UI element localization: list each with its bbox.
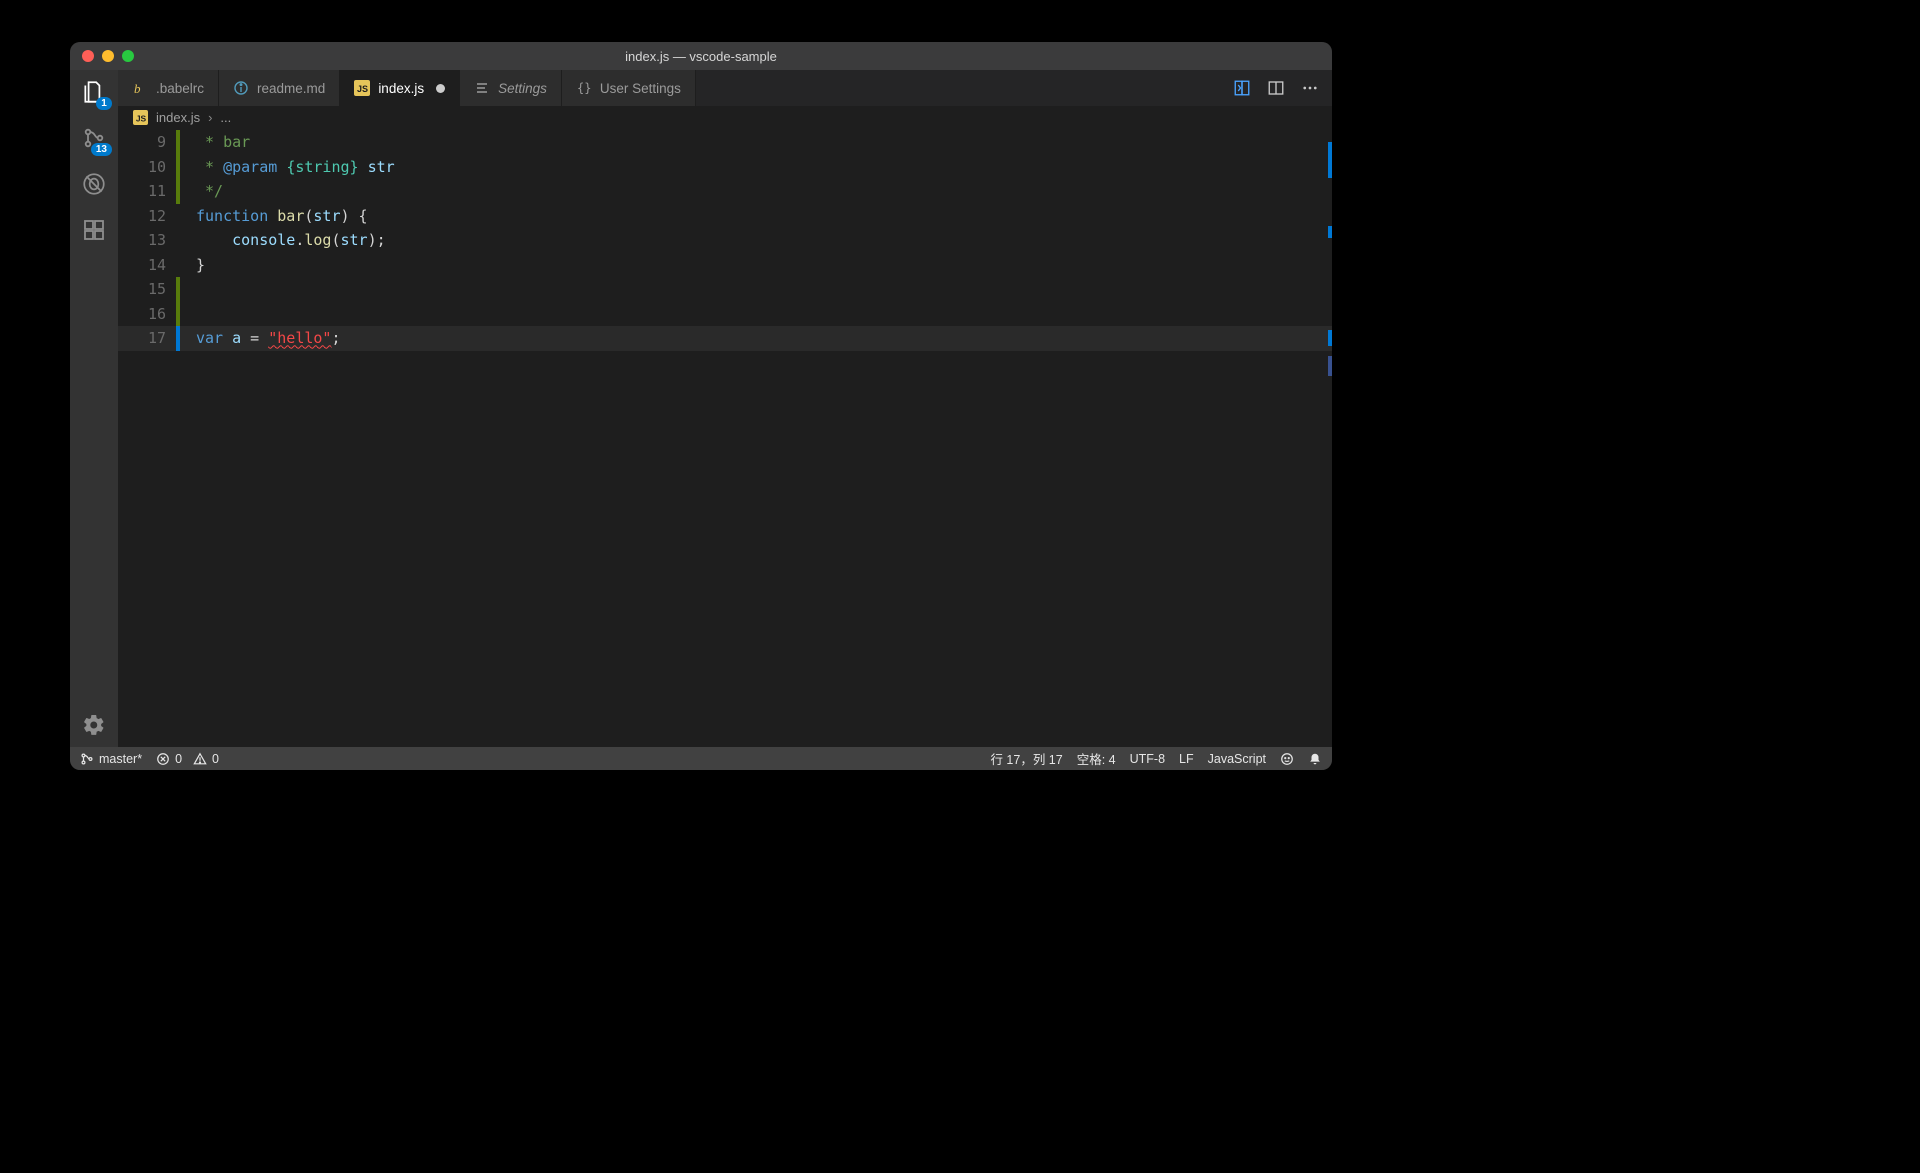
code-content: */ (196, 182, 223, 200)
svg-text:JS: JS (357, 84, 368, 94)
js-file-icon: JS (132, 110, 148, 126)
babel-icon: b (132, 80, 148, 96)
line-number: 15 (118, 280, 176, 298)
lines-icon (474, 80, 490, 96)
status-indent[interactable]: 空格: 4 (1077, 749, 1116, 768)
close-window-button[interactable] (82, 50, 94, 62)
explorer-badge: 1 (96, 97, 112, 110)
line-number: 11 (118, 182, 176, 200)
gutter-marker (176, 302, 180, 327)
settings-gear-icon[interactable] (80, 711, 108, 739)
code-line[interactable]: 17 var a = "hello"; (118, 326, 1332, 351)
gutter-marker (176, 228, 180, 253)
tab-readme-md[interactable]: readme.md (219, 70, 340, 106)
activitybar: 1 13 (70, 70, 118, 747)
line-number: 13 (118, 231, 176, 249)
window-controls (70, 50, 134, 62)
tabbar: b .babelrc readme.md JS index.js Settings {} Us… (118, 70, 1332, 106)
tab-label: .babelrc (156, 81, 204, 96)
code-line[interactable]: 11 */ (118, 179, 1332, 204)
status-eol[interactable]: LF (1179, 752, 1194, 766)
status-language[interactable]: JavaScript (1208, 752, 1266, 766)
source-control-icon[interactable]: 13 (80, 124, 108, 152)
line-number: 16 (118, 305, 176, 323)
info-icon (233, 80, 249, 96)
code-content: * @param {string} str (196, 158, 395, 176)
workbench-body: 1 13 b (70, 70, 1332, 747)
line-number: 17 (118, 329, 176, 347)
dirty-indicator-icon (436, 84, 445, 93)
code-line[interactable]: 9 * bar (118, 130, 1332, 155)
gutter-marker (176, 204, 180, 229)
app-window: index.js — vscode-sample 1 13 (70, 42, 1332, 770)
gutter-marker (176, 253, 180, 278)
gutter-marker (176, 130, 180, 155)
gutter-marker (176, 155, 180, 180)
code-line[interactable]: 14} (118, 253, 1332, 278)
status-cursor[interactable]: 行 17，列 17 (990, 749, 1062, 768)
svg-text:b: b (134, 81, 141, 96)
line-number: 12 (118, 207, 176, 225)
status-encoding[interactable]: UTF-8 (1130, 752, 1165, 766)
code-line[interactable]: 13 console.log(str); (118, 228, 1332, 253)
code-content: var a = "hello"; (196, 329, 341, 347)
status-problems[interactable]: 0 0 (156, 752, 219, 766)
line-number: 9 (118, 133, 176, 151)
chevron-right-icon: › (208, 110, 212, 125)
js-icon: JS (354, 80, 370, 96)
split-editor-icon[interactable] (1266, 78, 1286, 98)
status-branch[interactable]: master* (80, 752, 142, 766)
titlebar: index.js — vscode-sample (70, 42, 1332, 70)
window-title: index.js — vscode-sample (70, 49, 1332, 64)
tab-label: readme.md (257, 81, 325, 96)
overview-ruler (1322, 130, 1332, 747)
compare-changes-icon[interactable] (1232, 78, 1252, 98)
scm-badge: 13 (91, 143, 112, 156)
gutter-marker (176, 277, 180, 302)
minimize-window-button[interactable] (102, 50, 114, 62)
extensions-icon[interactable] (80, 216, 108, 244)
breadcrumb[interactable]: JS index.js › ... (118, 106, 1332, 130)
code-content: } (196, 256, 205, 274)
code-content: function bar(str) { (196, 207, 368, 225)
breadcrumb-file: index.js (156, 110, 200, 125)
tab-index-js[interactable]: JS index.js (340, 70, 460, 106)
debug-disabled-icon[interactable] (80, 170, 108, 198)
code-content: console.log(str); (196, 231, 386, 249)
tab-label: index.js (378, 81, 424, 96)
line-number: 10 (118, 158, 176, 176)
maximize-window-button[interactable] (122, 50, 134, 62)
status-bell-icon[interactable] (1308, 752, 1322, 766)
line-number: 14 (118, 256, 176, 274)
tab-user-settings[interactable]: {} User Settings (562, 70, 696, 106)
statusbar: master* 0 0 行 17，列 17 空格: 4 UTF-8 LF Jav… (70, 747, 1332, 770)
code-content: * bar (196, 133, 250, 151)
more-actions-icon[interactable] (1300, 78, 1320, 98)
tab-settings[interactable]: Settings (460, 70, 562, 106)
code-line[interactable]: 15 (118, 277, 1332, 302)
gutter-marker (176, 179, 180, 204)
svg-text:JS: JS (135, 113, 146, 123)
breadcrumb-rest: ... (220, 110, 231, 125)
tab-label: User Settings (600, 81, 681, 96)
status-feedback-icon[interactable] (1280, 752, 1294, 766)
code-line[interactable]: 10 * @param {string} str (118, 155, 1332, 180)
editor-group: b .babelrc readme.md JS index.js Settings {} Us… (118, 70, 1332, 747)
editor-actions (1220, 70, 1332, 106)
gutter-marker (176, 326, 180, 351)
tab--babelrc[interactable]: b .babelrc (118, 70, 219, 106)
code-editor[interactable]: 9 * bar10 * @param {string} str11 */12fu… (118, 130, 1332, 747)
braces-icon: {} (576, 80, 592, 96)
tab-label: Settings (498, 81, 547, 96)
explorer-icon[interactable]: 1 (80, 78, 108, 106)
code-line[interactable]: 16 (118, 302, 1332, 327)
code-line[interactable]: 12 function bar(str) { (118, 204, 1332, 229)
svg-text:{}: {} (577, 81, 591, 95)
